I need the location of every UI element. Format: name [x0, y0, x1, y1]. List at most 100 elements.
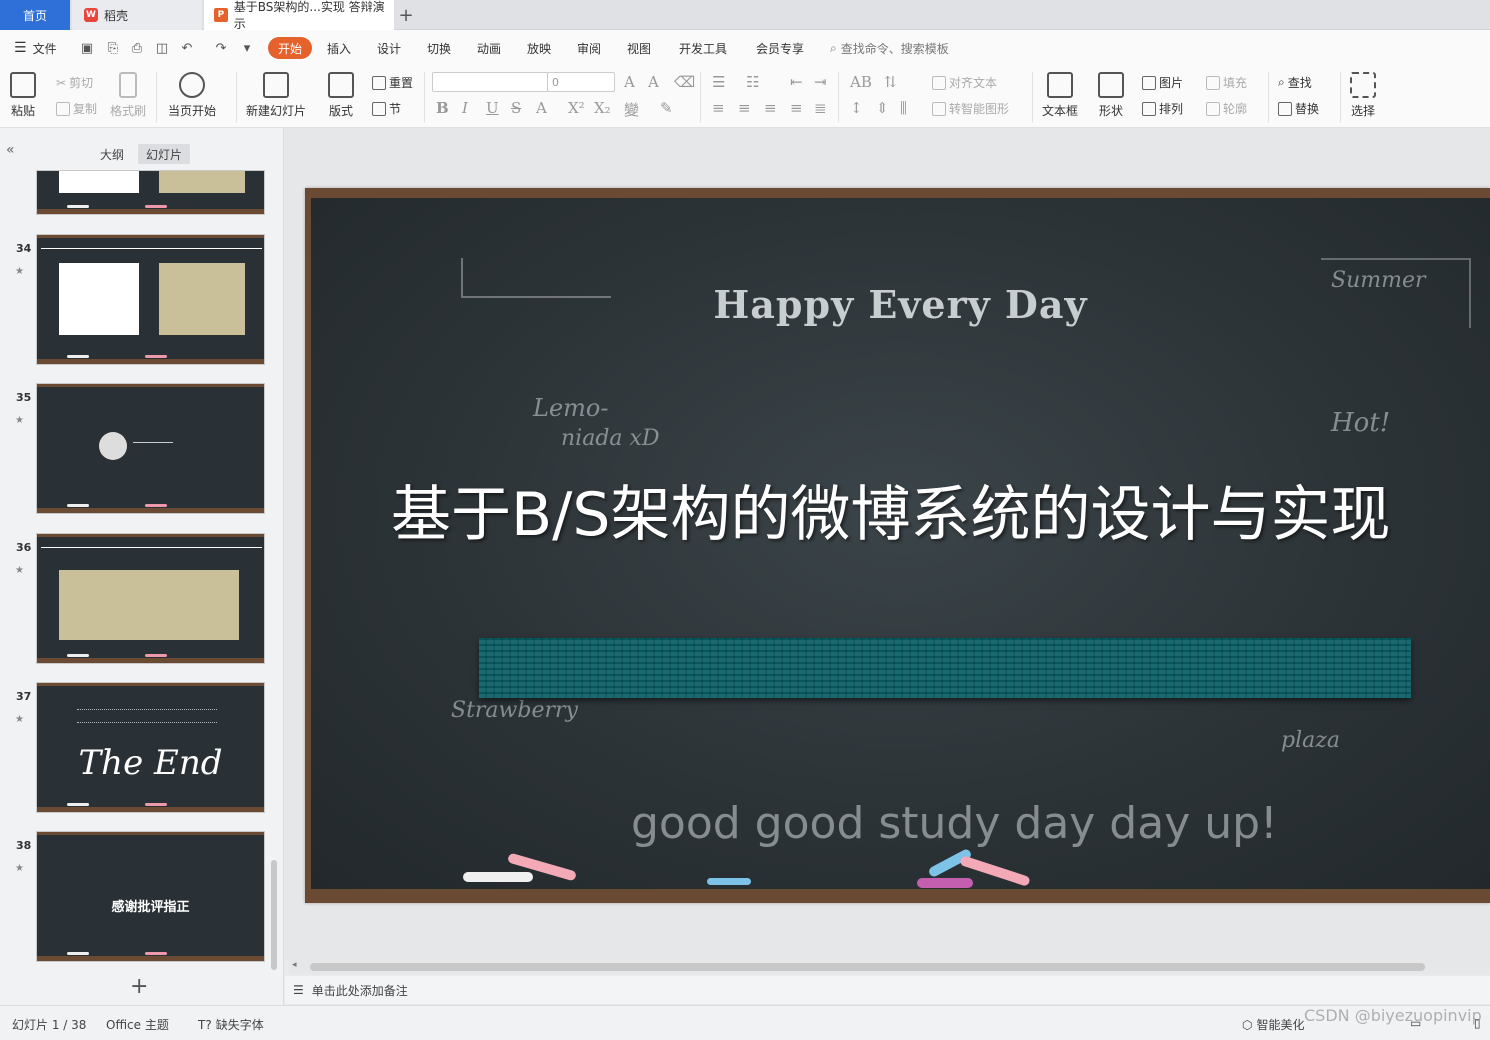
- new-tab-button[interactable]: +: [396, 0, 416, 30]
- layout-button[interactable]: 版式: [328, 72, 354, 119]
- menu-tab-design[interactable]: 设计: [377, 30, 401, 66]
- replace-button[interactable]: 替换: [1278, 100, 1319, 117]
- fill-button[interactable]: 填充: [1206, 74, 1247, 91]
- paragraph-spacing-icon[interactable]: ⇕: [876, 99, 889, 117]
- missing-font-button[interactable]: T? 缺失字体: [198, 1016, 264, 1033]
- tab-document[interactable]: P 基于BS架构的...实现 答辩演示: [204, 0, 394, 31]
- menu-tab-view[interactable]: 视图: [627, 30, 651, 66]
- justify-icon[interactable]: ≡: [790, 99, 803, 117]
- menu-tab-member[interactable]: 会员专享: [756, 30, 804, 66]
- export-pdf-icon[interactable]: ⎘: [104, 39, 122, 57]
- thumb-header: [41, 241, 262, 249]
- shape-button[interactable]: 形状: [1098, 72, 1124, 119]
- theme-name[interactable]: Office 主题: [106, 1016, 169, 1033]
- copy-button[interactable]: 复制: [56, 100, 97, 117]
- align-center-icon[interactable]: ≡: [738, 99, 751, 117]
- menu-tab-animation[interactable]: 动画: [477, 30, 501, 66]
- slide-thumbnail-34[interactable]: [36, 234, 265, 365]
- increase-indent-icon[interactable]: ⇥: [814, 73, 827, 91]
- notes-area[interactable]: ☰ 单击此处添加备注: [285, 976, 1490, 1004]
- decrease-indent-icon[interactable]: ⇤: [790, 73, 803, 91]
- slide-thumbnail-38[interactable]: 感谢批评指正: [36, 831, 265, 962]
- command-search[interactable]: ⌕ 查找命令、搜索模板: [830, 30, 949, 66]
- thumb-frame: [37, 235, 264, 238]
- convert-smartart-button[interactable]: 转智能图形: [932, 100, 1009, 117]
- quick-access-dropdown-icon[interactable]: ▾: [238, 39, 256, 57]
- redo-icon[interactable]: ↷: [212, 39, 230, 57]
- add-slide-icon[interactable]: +: [130, 974, 148, 999]
- tab-home[interactable]: 首页: [0, 0, 70, 30]
- play-from-current-button[interactable]: 当页开始: [168, 72, 216, 119]
- align-right-icon[interactable]: ≡: [764, 99, 777, 117]
- menu-tab-home[interactable]: 开始: [268, 37, 313, 59]
- menu-tab-review[interactable]: 审阅: [577, 30, 601, 66]
- format-painter-button[interactable]: 格式刷: [110, 72, 146, 119]
- superscript-icon[interactable]: X²: [568, 99, 585, 117]
- font-color-icon[interactable]: A: [536, 99, 547, 117]
- decrease-font-icon[interactable]: A: [648, 73, 659, 91]
- new-slide-button[interactable]: 新建幻灯片: [246, 72, 306, 119]
- bullet-list-icon[interactable]: ☰: [712, 73, 725, 91]
- line-spacing-icon[interactable]: ↕: [850, 99, 863, 117]
- section-button[interactable]: 节: [372, 100, 401, 117]
- print-icon[interactable]: ⎙: [128, 39, 146, 57]
- align-left-icon[interactable]: ≡: [712, 99, 725, 117]
- font-name-combo[interactable]: [432, 72, 548, 92]
- columns-icon[interactable]: ⫼: [900, 99, 907, 117]
- file-menu[interactable]: ☰ 文件: [14, 30, 57, 66]
- menu-tab-developer[interactable]: 开发工具: [679, 30, 727, 66]
- underline-icon[interactable]: U: [486, 99, 499, 117]
- notes-icon: ☰: [293, 983, 304, 997]
- print-preview-icon[interactable]: ◫: [153, 39, 171, 57]
- numbered-list-icon[interactable]: ☷: [746, 73, 759, 91]
- find-button[interactable]: ⌕ 查找: [1278, 74, 1312, 91]
- paste-button[interactable]: 粘贴: [10, 72, 36, 119]
- distribute-icon[interactable]: ≣: [814, 99, 827, 117]
- textbox-button[interactable]: 文本框: [1042, 72, 1078, 119]
- tab-slides[interactable]: 幻灯片: [138, 144, 191, 164]
- increase-font-icon[interactable]: A: [624, 73, 635, 91]
- slide-title[interactable]: 基于B/S架构的微博系统的设计与实现: [391, 466, 1390, 553]
- menu-tab-transition[interactable]: 切换: [427, 30, 451, 66]
- highlight-icon[interactable]: ✎: [660, 99, 673, 117]
- bold-icon[interactable]: B: [436, 99, 449, 117]
- sort-icon[interactable]: ⇅: [884, 73, 897, 91]
- divider: [1340, 72, 1341, 122]
- tab-docer[interactable]: W 稻壳: [72, 0, 202, 30]
- cut-button[interactable]: ✂ 剪切: [56, 74, 93, 91]
- select-button[interactable]: 选择: [1350, 72, 1376, 119]
- reset-button[interactable]: 重置: [372, 74, 413, 91]
- menu-tab-view-label: 视图: [627, 41, 652, 56]
- horizontal-scrollbar[interactable]: ◂: [290, 960, 1490, 974]
- menu-tab-insert[interactable]: 插入: [327, 30, 351, 66]
- picture-button[interactable]: 图片: [1142, 74, 1183, 91]
- scroll-left-icon[interactable]: ◂: [292, 960, 297, 970]
- current-slide[interactable]: Lemo- niada xD Hot! Summer Strawberry pl…: [305, 188, 1490, 903]
- tab-outline[interactable]: 大纲: [92, 144, 132, 164]
- slide-thumbnail-37[interactable]: The End: [36, 682, 265, 813]
- align-text-button[interactable]: 对齐文本: [932, 74, 997, 91]
- text-direction-icon[interactable]: AB: [850, 73, 872, 91]
- panel-scrollbar[interactable]: [271, 860, 277, 970]
- phonetic-icon[interactable]: 變: [624, 99, 639, 120]
- slide-thumbnail-36[interactable]: [36, 533, 265, 664]
- thumb-thanks-text: 感谢批评指正: [111, 900, 190, 915]
- thumb-chalk: [67, 803, 89, 806]
- save-icon[interactable]: ▣: [78, 39, 96, 57]
- outline-button[interactable]: 轮廓: [1206, 100, 1247, 117]
- smart-beautify-button[interactable]: ⬡ 智能美化: [1242, 1016, 1305, 1033]
- arrange-button[interactable]: 排列: [1142, 100, 1183, 117]
- menu-tab-slideshow[interactable]: 放映: [527, 30, 551, 66]
- undo-icon[interactable]: ↶: [178, 39, 196, 57]
- font-size-combo[interactable]: 0: [547, 72, 615, 92]
- subscript-icon[interactable]: X₂: [594, 99, 611, 117]
- horizontal-scroll-thumb[interactable]: [310, 963, 1425, 971]
- chalk-doodle: Hot!: [1331, 408, 1391, 438]
- strikethrough-icon[interactable]: S: [511, 99, 521, 117]
- clear-format-icon[interactable]: ⌫: [674, 73, 695, 91]
- collapse-panel-icon[interactable]: «: [6, 142, 15, 158]
- slide-subtitle[interactable]: Happy Every Day: [311, 282, 1490, 327]
- italic-icon[interactable]: I: [462, 99, 468, 117]
- slide-thumbnail-35[interactable]: [36, 383, 265, 514]
- slide-thumbnail-33[interactable]: [36, 170, 265, 215]
